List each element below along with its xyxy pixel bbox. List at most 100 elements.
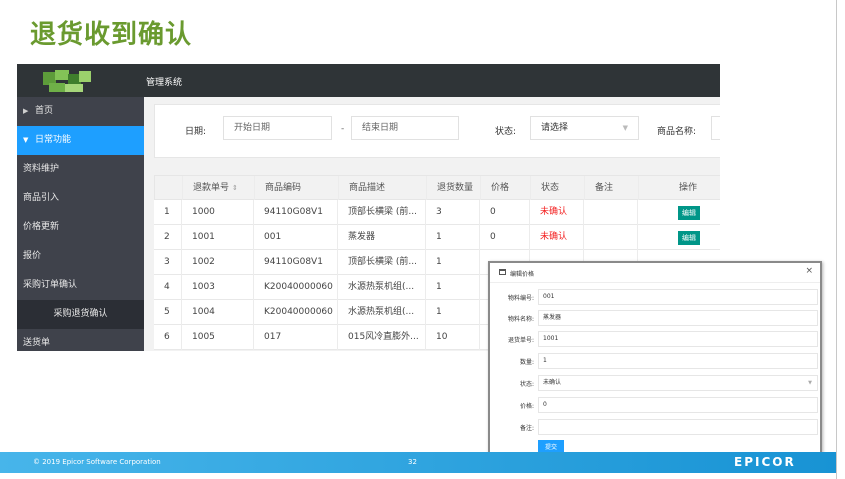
cell-description: 蒸发器 (338, 225, 426, 250)
sidebar-item-label: 报价 (23, 251, 42, 261)
cell-product-code: 94110G08V1 (254, 250, 338, 275)
sort-icon[interactable]: ⇕ (232, 184, 238, 192)
quantity-field[interactable]: 1 (538, 353, 818, 369)
note-field[interactable] (538, 419, 818, 435)
col-return-no[interactable]: 退款单号 ⇕ (183, 176, 255, 201)
table-row[interactable]: 1 1000 94110G08V1 顶部长横梁 (前... 3 0 未确认 编辑 (154, 200, 720, 225)
note-label: 备注: (519, 425, 534, 432)
status-select[interactable]: 未确认 ▼ (538, 375, 818, 391)
start-date-input[interactable]: 开始日期 (223, 116, 332, 140)
sidebar-item-label: 送货单 (23, 338, 51, 348)
col-return-qty: 退货数量 (427, 176, 481, 201)
sidebar-item-quote[interactable]: 报价 (17, 242, 144, 271)
caret-down-icon: ▼ (808, 380, 812, 386)
sidebar-item-label: 采购退货确认 (53, 309, 108, 319)
edit-button[interactable]: 编辑 (678, 231, 700, 245)
sidebar-item-label: 价格更新 (23, 222, 60, 232)
material-no-field[interactable]: 001 (538, 289, 818, 305)
chevron-down-icon: ▼ (23, 136, 29, 144)
cell-price: 0 (480, 225, 530, 250)
cell-return-qty: 1 (426, 250, 480, 275)
cell-product-code: K20040000060 (254, 275, 338, 300)
material-name-field[interactable]: 蒸发器 (538, 310, 818, 326)
status-select-value: 请选择 (541, 123, 569, 133)
cell-return-qty: 1 (426, 225, 480, 250)
sidebar-item-daily-functions[interactable]: ▼ 日常功能 (17, 126, 144, 155)
sidebar-item-label: 资料维护 (23, 164, 60, 174)
cell-return-no: 1002 (182, 250, 254, 275)
sidebar-item-home[interactable]: ▶ 首页 (17, 97, 144, 126)
sidebar-item-label: 商品引入 (23, 193, 60, 203)
status-label: 状态: (519, 381, 534, 388)
app-logo (43, 70, 93, 92)
sidebar-item-label: 日常功能 (35, 135, 72, 145)
cell-index: 2 (154, 225, 182, 250)
slide-title: 退货收到确认 (30, 20, 193, 50)
cell-description: 顶部长横梁 (前... (338, 250, 426, 275)
cell-status: 未确认 (530, 225, 584, 250)
filter-bar: 日期: 开始日期 - 结束日期 状态: 请选择 ▼ 商品名称: (154, 104, 720, 158)
cell-description: 水源热泵机组(... (338, 300, 426, 325)
dialog-header: 编辑价格 × (490, 263, 820, 283)
cell-product-code: 94110G08V1 (254, 200, 338, 225)
col-description: 商品描述 (339, 176, 427, 201)
material-name-label: 物料名称: (507, 316, 534, 323)
col-product-code: 商品编码 (255, 176, 339, 201)
caret-down-icon: ▼ (622, 124, 628, 132)
material-no-label: 物料编号: (507, 295, 534, 302)
date-label: 日期: (185, 127, 207, 137)
cell-return-no: 1000 (182, 200, 254, 225)
cell-return-qty: 10 (426, 325, 480, 350)
return-no-label: 退货单号: (507, 337, 534, 344)
cell-description: 水源热泵机组(... (338, 275, 426, 300)
cell-note (584, 200, 638, 225)
cell-description: 015风冷直膨外... (338, 325, 426, 350)
edit-price-dialog: 编辑价格 × 物料编号: 001 物料名称: 蒸发器 退货单号: 1001 数量… (488, 261, 822, 461)
end-date-input[interactable]: 结束日期 (351, 116, 459, 140)
slide-edge-rule (836, 0, 837, 479)
cell-return-no: 1001 (182, 225, 254, 250)
cell-index: 5 (154, 300, 182, 325)
sidebar-item-price-update[interactable]: 价格更新 (17, 213, 144, 242)
sidebar-item-data-maintenance[interactable]: 资料维护 (17, 155, 144, 184)
cell-index: 3 (154, 250, 182, 275)
cell-action: 编辑 (638, 225, 720, 250)
date-separator: - (341, 124, 345, 134)
product-name-label: 商品名称: (657, 127, 697, 137)
sidebar-item-label: 首页 (35, 106, 54, 116)
cell-return-qty: 1 (426, 275, 480, 300)
col-price: 价格 (481, 176, 531, 201)
cell-return-no: 1003 (182, 275, 254, 300)
sidebar-item-delivery-note[interactable]: 送货单 (17, 329, 144, 351)
dialog-title: 编辑价格 (510, 271, 535, 278)
sidebar-item-product-import[interactable]: 商品引入 (17, 184, 144, 213)
epicor-logo: EPICOR (734, 455, 796, 469)
table-row[interactable]: 2 1001 001 蒸发器 1 0 未确认 编辑 (154, 225, 720, 250)
chevron-right-icon: ▶ (23, 107, 29, 115)
cell-product-code: K20040000060 (254, 300, 338, 325)
close-icon[interactable]: × (805, 266, 813, 276)
table-header: 退款单号 ⇕ 商品编码 商品描述 退货数量 价格 状态 备注 操作 (154, 175, 720, 201)
status-select-value: 未确认 (543, 379, 562, 386)
price-label: 价格: (519, 403, 534, 410)
price-field[interactable]: 0 (538, 397, 818, 413)
return-no-field[interactable]: 1001 (538, 331, 818, 347)
cell-status: 未确认 (530, 200, 584, 225)
edit-button[interactable]: 编辑 (678, 206, 700, 220)
footer-page-number: 32 (408, 458, 417, 466)
cell-return-qty: 3 (426, 200, 480, 225)
cell-product-code: 001 (254, 225, 338, 250)
app-topbar: 管理系统 (17, 64, 720, 97)
status-select[interactable]: 请选择 ▼ (530, 116, 639, 140)
sidebar-item-return-confirm[interactable]: 采购退货确认 (17, 300, 144, 329)
col-status: 状态 (531, 176, 585, 201)
sidebar-item-po-confirm[interactable]: 采购订单确认 (17, 271, 144, 300)
cell-price: 0 (480, 200, 530, 225)
col-index (155, 176, 183, 201)
slide-footer: © 2019 Epicor Software Corporation 32 EP… (0, 452, 836, 473)
cell-return-no: 1004 (182, 300, 254, 325)
cell-description: 顶部长横梁 (前... (338, 200, 426, 225)
quantity-label: 数量: (519, 359, 534, 366)
product-name-input[interactable] (711, 116, 720, 140)
cell-action: 编辑 (638, 200, 720, 225)
